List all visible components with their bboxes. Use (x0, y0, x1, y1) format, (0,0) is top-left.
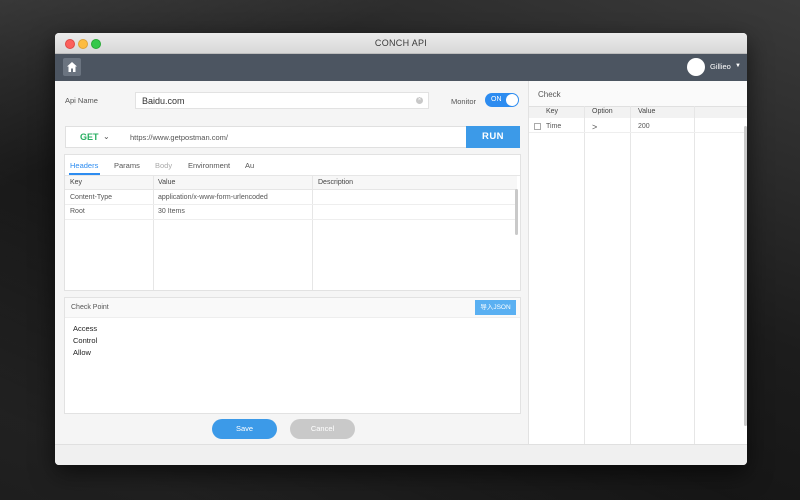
tab-environment[interactable]: Environment (188, 161, 230, 170)
column-divider (694, 106, 695, 444)
chevron-down-icon: ⌄ (103, 132, 110, 141)
check-cell-option[interactable]: > (592, 122, 597, 132)
toggle-knob (506, 94, 518, 106)
check-point-line[interactable]: Control (73, 336, 97, 345)
url-input[interactable]: https://www.getpostman.com/ (122, 126, 467, 148)
app-header: Gillieo ▼ (55, 54, 747, 81)
column-divider (630, 106, 631, 444)
method-select[interactable]: GET ⌄ (65, 126, 124, 148)
tab-auth[interactable]: Au (245, 161, 254, 170)
check-point-line[interactable]: Access (73, 324, 97, 333)
params-panel: Headers Params Body Environment Au Key V… (64, 154, 521, 291)
table-scrollbar[interactable] (515, 189, 518, 235)
check-title: Check (538, 90, 561, 99)
row-checkbox[interactable] (534, 123, 541, 130)
tab-params[interactable]: Params (114, 161, 140, 170)
table-cell-key[interactable]: Content-Type (70, 194, 112, 201)
request-tabs: Headers Params Body Environment Au (65, 155, 520, 176)
window-title: CONCH API (374, 38, 428, 48)
user-avatar[interactable] (687, 58, 705, 76)
table-header: Key Value Description (65, 176, 517, 190)
home-icon (67, 62, 77, 72)
tab-headers[interactable]: Headers (70, 161, 98, 170)
app-window: CONCH API Gillieo ▼ Api Name Baidu.com ×… (55, 33, 747, 465)
method-value: GET (80, 132, 99, 142)
column-header-key: Key (546, 108, 559, 115)
column-divider (153, 176, 154, 290)
home-button[interactable] (63, 58, 81, 76)
table-cell-value[interactable]: 30 Items (158, 208, 185, 215)
table-cell-key[interactable]: Root (70, 208, 85, 215)
check-point-panel: Check Point 导入JSON Access Control Allow (64, 297, 521, 414)
column-divider (584, 106, 585, 444)
clear-icon[interactable]: × (416, 97, 423, 104)
check-scrollbar[interactable] (744, 126, 747, 426)
check-table-body (529, 118, 747, 444)
monitor-toggle[interactable]: ON (485, 93, 519, 107)
check-cell-value[interactable]: 200 (638, 123, 650, 130)
check-point-line[interactable]: Allow (73, 348, 91, 357)
column-header-option: Option (592, 108, 613, 115)
user-menu-caret-icon[interactable]: ▼ (735, 63, 741, 69)
column-header-value: Value (158, 179, 176, 186)
url-value: https://www.getpostman.com/ (130, 133, 228, 142)
tab-body[interactable]: Body (155, 161, 172, 170)
import-json-button[interactable]: 导入JSON (475, 300, 516, 315)
row-divider (529, 132, 747, 133)
check-point-header: Check Point 导入JSON (65, 298, 520, 318)
row-divider (65, 204, 517, 205)
api-name-label: Api Name (65, 96, 98, 105)
run-button[interactable]: RUN (466, 126, 520, 148)
monitor-toggle-label: ON (491, 96, 502, 103)
check-cell-key[interactable]: Time (546, 123, 561, 130)
column-header-key: Key (70, 179, 83, 186)
check-point-title: Check Point (71, 304, 109, 311)
row-divider (65, 219, 517, 220)
status-bar (55, 444, 747, 465)
column-header-value: Value (638, 108, 656, 115)
column-header-description: Description (318, 179, 354, 186)
active-tab-indicator (69, 173, 100, 175)
editor-panel: Api Name Baidu.com × Monitor ON GET ⌄ ht… (55, 81, 528, 444)
monitor-label: Monitor (451, 97, 477, 106)
table-cell-value[interactable]: application/x-www-form-urlencoded (158, 194, 268, 201)
save-button[interactable]: Save (212, 419, 277, 439)
api-name-value: Baidu.com (142, 96, 185, 106)
api-name-input[interactable]: Baidu.com × (135, 92, 429, 109)
check-panel: Check Key Option Value Time > 200 (528, 81, 747, 444)
cancel-button[interactable]: Cancel (290, 419, 355, 439)
column-divider (312, 176, 313, 290)
title-bar: CONCH API (55, 33, 747, 54)
username[interactable]: Gillieo (710, 62, 731, 71)
